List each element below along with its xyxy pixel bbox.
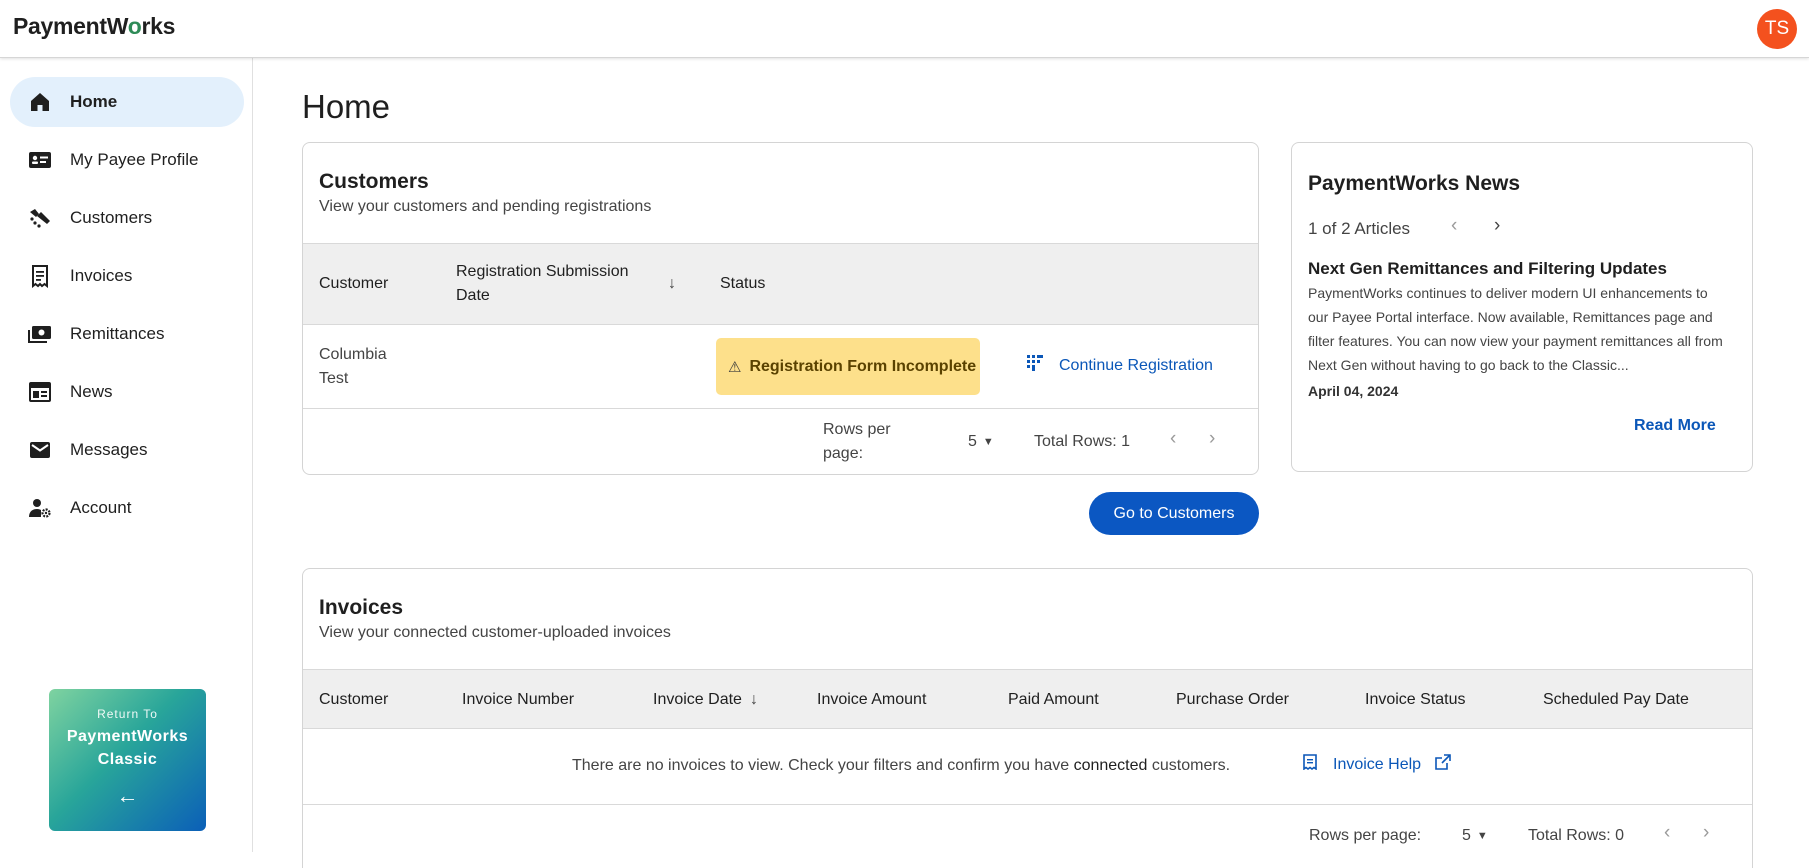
sidebar-item-messages[interactable]: Messages (10, 425, 244, 475)
top-bar: PaymentWorks TS (0, 0, 1809, 58)
sidebar-item-news[interactable]: News (10, 367, 244, 417)
classic-line2: Classic (97, 751, 158, 768)
column-header-status[interactable]: Status (720, 272, 765, 296)
invoices-title: Invoices (319, 596, 404, 619)
classic-line1: PaymentWorks (66, 728, 189, 745)
invoices-table-header: Customer Invoice Number Invoice Date ↓ I… (303, 669, 1752, 729)
caret-down-icon: ▼ (982, 436, 994, 448)
warning-icon: ⚠ (728, 358, 742, 376)
sort-arrow-icon[interactable]: ↓ (750, 688, 758, 712)
sidebar-item-label: Messages (70, 440, 148, 459)
form-grid-icon (1027, 355, 1043, 376)
rows-per-page-select[interactable]: 5 ▼ (1462, 824, 1488, 848)
column-header-invoice-date[interactable]: Invoice Date (653, 688, 742, 712)
sidebar-item-customers[interactable]: Customers (10, 193, 244, 243)
sidebar-item-label: News (70, 382, 113, 401)
go-to-customers-button[interactable]: Go to Customers (1089, 492, 1259, 535)
handshake-icon (27, 205, 53, 231)
invoices-subtitle: View your connected customer-uploaded in… (319, 624, 671, 641)
customers-table-header: Customer Registration Submission Date ↓ … (303, 243, 1258, 325)
rows-per-page-value: 5 (968, 433, 977, 450)
mail-icon (27, 437, 53, 463)
total-rows: Total Rows: 0 (1528, 827, 1625, 844)
chevron-right-icon[interactable]: › (1494, 215, 1500, 237)
id-card-icon (27, 147, 53, 173)
rows-per-page-label: Rows per page: (1309, 827, 1422, 844)
user-gear-icon (27, 495, 53, 521)
logo-text-o: o (127, 13, 142, 39)
column-header-purchase-order[interactable]: Purchase Order (1176, 688, 1289, 712)
continue-registration-link[interactable]: Continue Registration (1027, 355, 1213, 376)
customers-card: Customers View your customers and pendin… (302, 142, 1259, 475)
return-to-classic-button[interactable]: Return To PaymentWorks Classic ← (49, 689, 206, 831)
sidebar-item-label: Home (70, 92, 118, 111)
news-card: PaymentWorks News 1 of 2 Articles ‹ › Ne… (1291, 142, 1753, 472)
sidebar-item-label: Account (70, 498, 132, 517)
customer-name-cell: Columbia Test (319, 346, 387, 387)
column-header-invoice-status[interactable]: Invoice Status (1365, 688, 1466, 712)
rows-per-page-select[interactable]: 5 ▼ (968, 430, 994, 454)
article-body: PaymentWorks continues to deliver modern… (1308, 285, 1723, 373)
receipt-icon (27, 263, 53, 289)
chevron-left-icon[interactable]: ‹ (1170, 428, 1176, 450)
arrow-left-icon: ← (116, 783, 139, 808)
chevron-right-icon[interactable]: › (1703, 822, 1709, 844)
article-date: April 04, 2024 (1308, 383, 1399, 399)
external-link-icon (1435, 754, 1451, 775)
column-header-paid-amount[interactable]: Paid Amount (1008, 688, 1099, 712)
logo-text-prefix: PaymentW (13, 13, 128, 39)
sidebar-item-account[interactable]: Account (10, 483, 244, 533)
caret-down-icon: ▼ (1476, 830, 1488, 842)
empty-state-message: There are no invoices to view. Check you… (572, 754, 1230, 778)
invoice-help-link[interactable]: Invoice Help (1303, 754, 1451, 775)
sidebar-item-invoices[interactable]: Invoices (10, 251, 244, 301)
column-header-customer[interactable]: Customer (319, 272, 388, 296)
sidebar-item-my-payee-profile[interactable]: My Payee Profile (10, 135, 244, 185)
cash-icon (27, 321, 53, 347)
sidebar-item-remittances[interactable]: Remittances (10, 309, 244, 359)
column-header-scheduled-pay-date[interactable]: Scheduled Pay Date (1543, 688, 1689, 712)
column-header-invoice-amount[interactable]: Invoice Amount (817, 688, 926, 712)
classic-small-label: Return To (97, 707, 158, 721)
page-title: Home (302, 88, 391, 125)
continue-registration-label: Continue Registration (1059, 356, 1213, 374)
empty-state-prefix: There are no invoices to view. Check you… (572, 757, 1074, 774)
status-badge-label: Registration Form Incomplete (749, 357, 977, 375)
customers-subtitle: View your customers and pending registra… (319, 198, 652, 215)
read-more-link[interactable]: Read More (1634, 417, 1716, 435)
home-icon (27, 89, 53, 115)
receipt-icon (1303, 754, 1317, 775)
paymentworks-logo[interactable]: PaymentWorks (13, 13, 175, 40)
empty-state-bold: connected (1073, 757, 1148, 774)
sidebar: Home My Payee Profile Customers Invoices… (0, 58, 253, 852)
empty-state-suffix: customers. (1147, 757, 1231, 774)
status-badge: ⚠ Registration Form Incomplete (716, 338, 980, 395)
sidebar-item-label: Remittances (70, 324, 165, 343)
sidebar-item-label: My Payee Profile (70, 150, 199, 169)
user-avatar[interactable]: TS (1757, 9, 1797, 49)
total-rows: Total Rows: 1 (1034, 433, 1131, 450)
customers-title: Customers (319, 170, 429, 193)
divider (303, 408, 1258, 409)
sidebar-item-home[interactable]: Home (10, 77, 244, 127)
column-header-registration-date[interactable]: Registration Submission Date (456, 260, 636, 308)
chevron-left-icon[interactable]: ‹ (1664, 822, 1670, 844)
rows-per-page-value: 5 (1462, 827, 1471, 844)
newspaper-icon (27, 379, 53, 405)
sort-arrow-icon[interactable]: ↓ (668, 272, 676, 296)
divider (303, 804, 1752, 805)
invoices-card: Invoices View your connected customer-up… (302, 568, 1753, 868)
rows-per-page-label: Rows per page: (823, 421, 891, 462)
article-title[interactable]: Next Gen Remittances and Filtering Updat… (1308, 259, 1667, 279)
invoice-help-label: Invoice Help (1333, 755, 1422, 773)
chevron-right-icon[interactable]: › (1209, 428, 1215, 450)
chevron-left-icon[interactable]: ‹ (1451, 215, 1457, 237)
column-header-customer[interactable]: Customer (319, 688, 388, 712)
sidebar-item-label: Customers (70, 208, 153, 227)
logo-text-suffix: rks (141, 13, 176, 39)
news-title: PaymentWorks News (1308, 172, 1521, 195)
sidebar-item-label: Invoices (70, 266, 133, 285)
article-counter: 1 of 2 Articles (1308, 219, 1411, 238)
column-header-invoice-number[interactable]: Invoice Number (462, 688, 574, 712)
